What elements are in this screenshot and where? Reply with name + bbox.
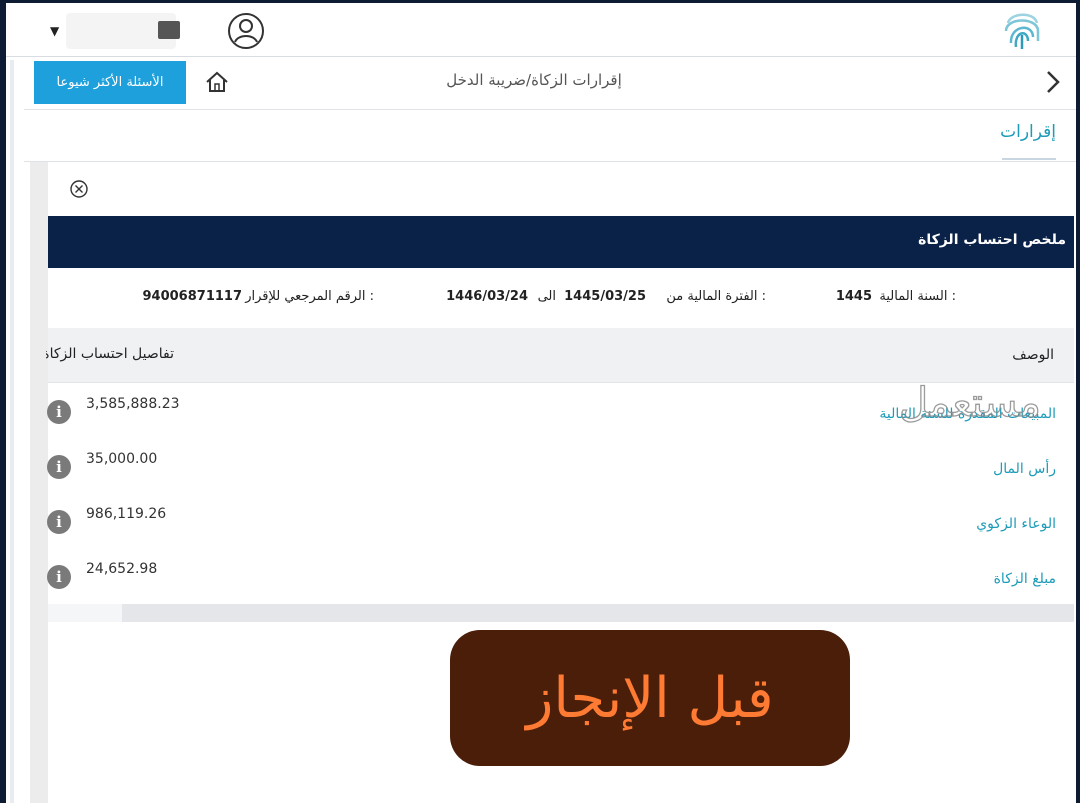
window-frame-left [0, 0, 6, 803]
table-row: i 986,119.26 الوعاء الزكوي [47, 494, 1074, 549]
svg-text:مستعمل: مستعمل [899, 380, 1041, 426]
breadcrumb-bar: الأسئلة الأكثر شيوعا إقرارات الزكاة/ضريب… [24, 57, 1076, 110]
declaration-meta: السنة المالية : 1445 الفترة المالية من :… [48, 268, 1074, 328]
tab-declarations[interactable]: إقرارات [1000, 122, 1056, 142]
row-label[interactable]: رأس المال [993, 461, 1056, 477]
chevron-right-icon[interactable] [1038, 67, 1068, 97]
summary-title: ملخص احتساب الزكاة [918, 232, 1066, 248]
info-icon[interactable]: i [47, 565, 71, 589]
row-value: 35,000.00 [86, 451, 158, 467]
close-icon[interactable] [69, 179, 89, 199]
info-icon[interactable]: i [47, 510, 71, 534]
badge-text: قبل الإنجاز [526, 665, 774, 731]
horizontal-scrollbar[interactable] [48, 604, 1074, 622]
period-from-label: الفترة المالية من : [666, 289, 766, 304]
breadcrumb[interactable]: إقرارات الزكاة/ضريبة الدخل [344, 71, 724, 89]
info-icon[interactable]: i [47, 455, 71, 479]
table-row: i 35,000.00 رأس المال [47, 439, 1074, 494]
status-overlay-badge: قبل الإنجاز [450, 630, 850, 766]
user-menu[interactable]: ▼ [46, 11, 276, 51]
scrollbar-thumb[interactable] [48, 604, 122, 622]
panel-left-edge [30, 162, 48, 803]
fiscal-year-value: 1445 [835, 289, 872, 304]
row-label[interactable]: مبلغ الزكاة [994, 571, 1056, 587]
row-label[interactable]: الوعاء الزكوي [976, 516, 1056, 532]
column-header-description: الوصف [1012, 347, 1054, 363]
fiscal-year-label: السنة المالية : [879, 289, 956, 304]
left-border [10, 60, 14, 803]
row-value: 986,119.26 [86, 506, 167, 522]
home-icon[interactable] [204, 69, 230, 95]
reference-value: 94006871117 [142, 289, 243, 304]
column-header-details: تفاصيل احتساب الزكاة [46, 346, 174, 362]
reference-label: الرقم المرجعي للإقرار : [245, 289, 374, 304]
period-to-value: 1446/03/24 [446, 289, 528, 304]
id-card-icon [158, 21, 180, 39]
tab-underline [1002, 158, 1056, 160]
user-icon[interactable] [226, 11, 266, 51]
window-frame-right [1076, 0, 1080, 803]
period-from-value: 1445/03/25 [564, 289, 646, 304]
summary-header: ملخص احتساب الزكاة [48, 216, 1074, 268]
period-to-label: الى [537, 289, 556, 304]
row-value: 24,652.98 [86, 561, 158, 577]
info-icon[interactable]: i [47, 400, 71, 424]
section-divider [24, 161, 1076, 162]
watermark-logo: مستعمل [898, 379, 1041, 426]
faq-button[interactable]: الأسئلة الأكثر شيوعا [34, 61, 186, 104]
top-header: ▼ [6, 3, 1076, 57]
fingerprint-logo-icon [1004, 13, 1040, 49]
row-value: 3,585,888.23 [86, 396, 180, 412]
table-row: i 24,652.98 مبلغ الزكاة [47, 549, 1074, 604]
caret-down-icon[interactable]: ▼ [50, 24, 59, 38]
